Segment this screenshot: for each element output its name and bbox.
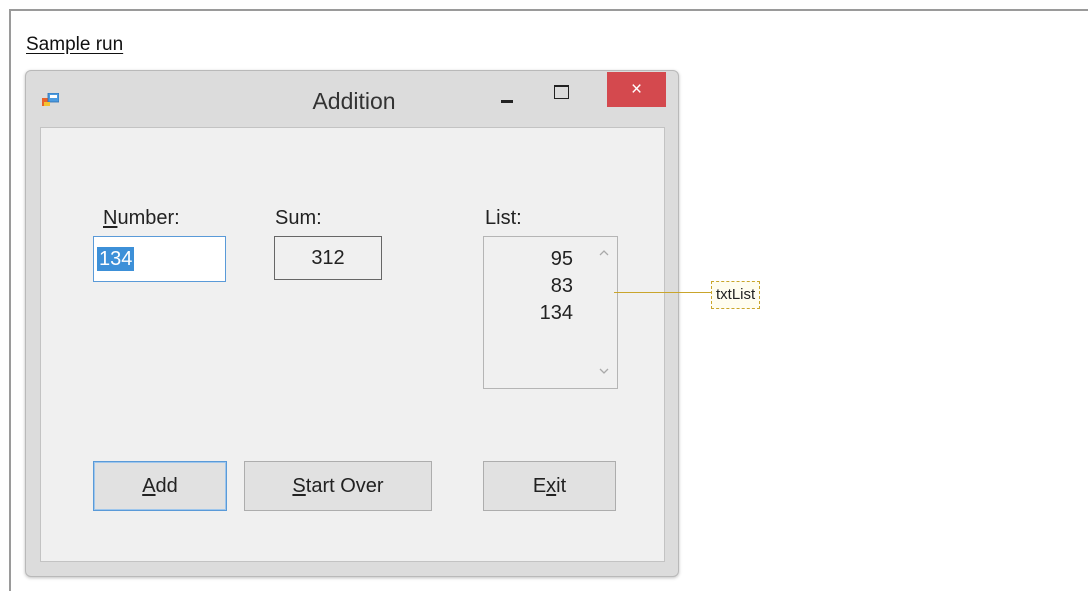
list-item: 83: [550, 275, 573, 297]
figure-caption: Sample run: [26, 34, 124, 55]
figure-frame-left: [9, 9, 11, 591]
start-over-button[interactable]: Start Over: [244, 461, 432, 511]
list-item: 134: [539, 302, 573, 324]
minimize-icon[interactable]: [499, 91, 517, 107]
list-label: List:: [485, 207, 522, 229]
figure-frame-top: [9, 9, 1088, 11]
chevron-down-icon[interactable]: [598, 365, 610, 377]
txtList-textbox[interactable]: 95 83 134: [483, 236, 618, 389]
close-icon[interactable]: ×: [607, 72, 666, 107]
window-title: Addition: [312, 88, 396, 114]
list-scrollbar[interactable]: [594, 243, 614, 384]
sum-label: Sum:: [275, 207, 322, 229]
addition-window: Addition × Number: Sum: List: 134 312 95…: [25, 70, 679, 577]
chevron-up-icon[interactable]: [598, 247, 610, 259]
callout-leader-line: [614, 292, 712, 293]
number-label: Number:: [103, 207, 180, 229]
sum-output: 312: [274, 236, 382, 280]
maximize-icon[interactable]: [554, 85, 569, 99]
callout-txtList: txtList: [711, 281, 761, 309]
list-items: 95 83 134: [540, 246, 573, 327]
list-item: 95: [550, 248, 573, 270]
exit-button[interactable]: Exit: [483, 461, 616, 511]
title-bar[interactable]: Addition ×: [26, 71, 678, 127]
number-input-value: 134: [97, 247, 135, 271]
add-button[interactable]: Add: [93, 461, 227, 511]
form-client-area: Number: Sum: List: 134 312 95 83 134 Add…: [40, 127, 665, 562]
number-input[interactable]: 134: [93, 236, 226, 282]
